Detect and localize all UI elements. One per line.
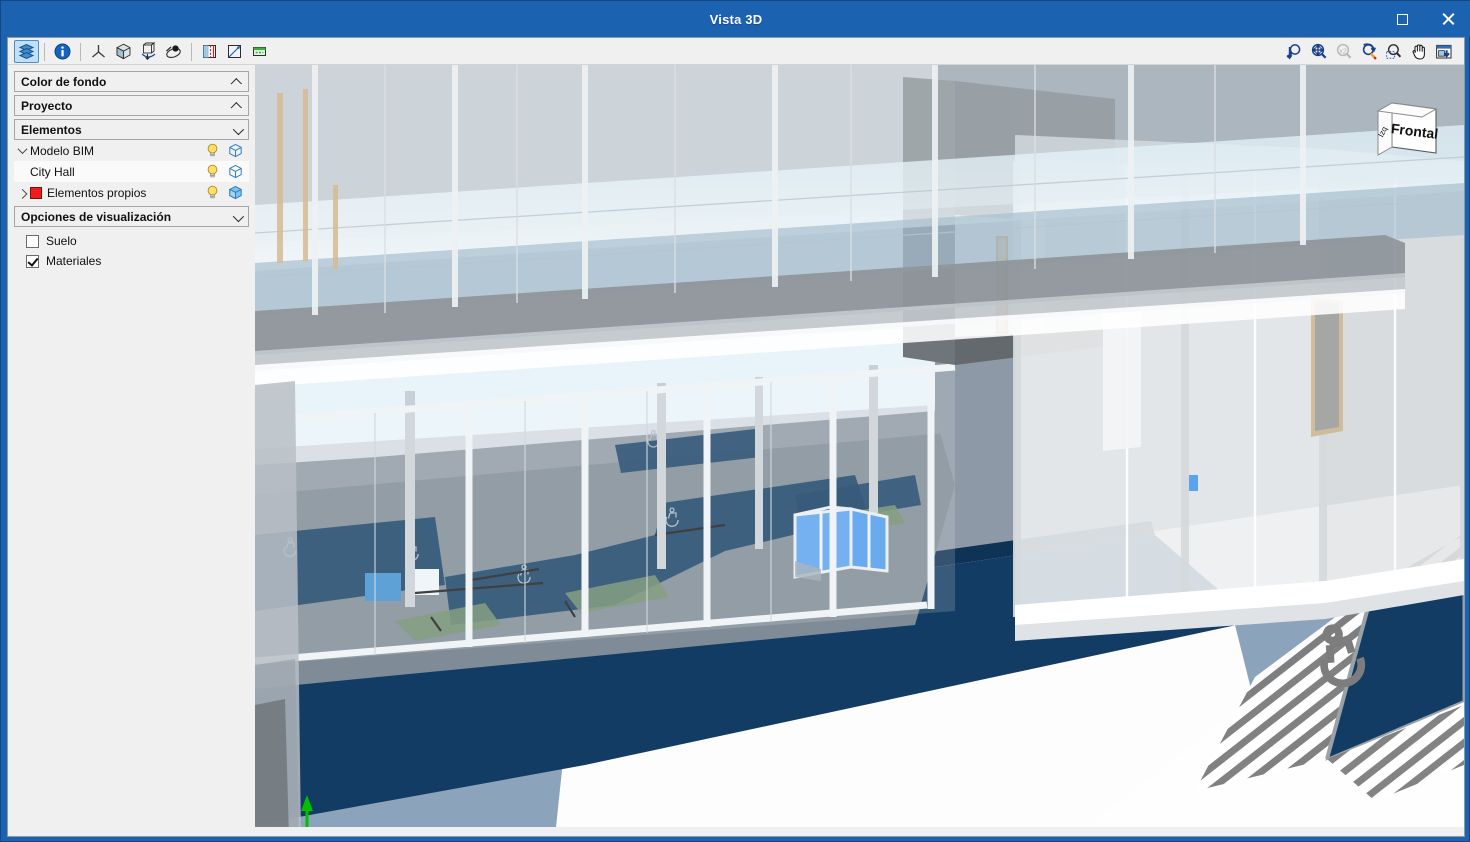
color-swatch[interactable]	[30, 186, 42, 199]
panel-header-color-de-fondo[interactable]: Color de fondo	[14, 71, 249, 92]
expander-open-icon[interactable]	[14, 140, 30, 161]
zoom-redo-icon	[1362, 42, 1377, 60]
display-option-materiales[interactable]: Materiales	[14, 251, 249, 271]
tree-item-label: Elementos propios	[47, 185, 147, 200]
close-button[interactable]	[1425, 1, 1470, 37]
bim-model-render	[255, 65, 1464, 837]
pan-hand-button[interactable]	[1406, 40, 1431, 63]
rotate-cube-icon	[141, 42, 156, 61]
section-button[interactable]	[197, 40, 222, 63]
axes-button[interactable]	[86, 40, 111, 63]
window-title: Vista 3D	[709, 11, 763, 27]
tree-row-icons	[206, 185, 249, 200]
rotate-cube-button[interactable]	[136, 40, 161, 63]
layers-button[interactable]	[14, 40, 39, 63]
checkbox-materiales[interactable]	[26, 254, 39, 268]
tree-row[interactable]: Modelo BIM	[14, 140, 249, 161]
restore-view-button[interactable]	[1431, 40, 1456, 63]
tree-item-label: City Hall	[30, 164, 75, 179]
lightbulb-icon[interactable]	[206, 143, 219, 158]
cube-icon	[116, 43, 131, 60]
cube-button[interactable]	[111, 40, 136, 63]
orbit-icon	[166, 45, 181, 59]
toolbar-left-group	[14, 38, 272, 65]
tree-row[interactable]: City Hall	[14, 161, 249, 182]
layers-icon	[18, 43, 35, 60]
zoom-all-button[interactable]	[1306, 40, 1331, 63]
zoom-x2-icon: x2	[1336, 43, 1351, 59]
section-icon	[203, 45, 216, 58]
wireframe-cube-icon[interactable]	[228, 164, 243, 179]
axes-icon	[92, 45, 105, 58]
panel-header-opciones-de-visualizacion[interactable]: Opciones de visualización	[14, 206, 249, 227]
client-area: x2 Color de fondo Proyecto Elementos Mod…	[7, 37, 1465, 837]
elements-tree: Modelo BIM City Hall Elementos propios	[14, 140, 249, 203]
zoom-window-button[interactable]	[1381, 40, 1406, 63]
tree-row[interactable]: Elementos propios	[14, 182, 249, 203]
zoom-window-icon	[1385, 43, 1401, 59]
info-icon	[54, 43, 71, 60]
tree-row-icons	[206, 143, 249, 158]
wireframe-cube-icon[interactable]	[228, 143, 243, 158]
zoom-previous-button[interactable]	[1281, 40, 1306, 63]
left-sidebar: Color de fondo Proyecto Elementos Modelo…	[8, 65, 255, 837]
restore-view-icon	[1435, 44, 1451, 59]
toolbar-separator	[44, 42, 45, 61]
application-window: Vista 3D x2 Color de fondo Proyecto Elem…	[0, 0, 1470, 842]
main-toolbar: x2	[8, 38, 1464, 65]
tree-item-label: Modelo BIM	[30, 143, 95, 158]
title-bar: Vista 3D	[1, 1, 1470, 37]
display-option-label: Materiales	[46, 254, 102, 268]
view-cube[interactable]: Frontal Izq	[1372, 85, 1456, 169]
toolbar-separator	[80, 42, 81, 61]
chevron-down-icon	[232, 210, 245, 222]
checkbox-suelo[interactable]	[26, 234, 39, 248]
panel-header-elementos[interactable]: Elementos	[14, 119, 249, 140]
lightbulb-icon[interactable]	[206, 185, 219, 200]
info-button[interactable]	[50, 40, 75, 63]
chevron-up-icon	[230, 77, 242, 89]
display-option-label: Suelo	[46, 234, 77, 248]
panel-label: Proyecto	[21, 98, 73, 113]
panel-label: Color de fondo	[21, 74, 107, 89]
panel-header-proyecto[interactable]: Proyecto	[14, 95, 249, 116]
display-options-list: Suelo Materiales	[8, 231, 255, 271]
zoom-previous-icon	[1286, 43, 1300, 60]
perspective-icon	[228, 45, 241, 58]
pan-hand-icon	[1412, 43, 1425, 60]
plane-button[interactable]	[247, 40, 272, 63]
viewport-3d[interactable]: Frontal Izq	[255, 65, 1464, 837]
maximize-button[interactable]	[1379, 1, 1425, 37]
plane-icon	[253, 47, 266, 56]
lightbulb-icon[interactable]	[206, 164, 219, 179]
toolbar-separator	[191, 42, 192, 61]
zoom-all-icon	[1311, 43, 1326, 59]
blue-marker	[1189, 475, 1198, 491]
zoom-redo-button[interactable]	[1356, 40, 1381, 63]
solid-cube-icon[interactable]	[228, 185, 243, 200]
close-icon	[1441, 12, 1455, 26]
panel-label: Elementos	[21, 122, 82, 137]
zoom-x2-button[interactable]: x2	[1331, 40, 1356, 63]
toolbar-right-group: x2	[1281, 38, 1456, 65]
perspective-button[interactable]	[222, 40, 247, 63]
chevron-up-icon	[230, 101, 242, 113]
expander-closed-icon[interactable]	[14, 182, 30, 203]
window-controls	[1379, 1, 1470, 37]
svg-text:x2: x2	[1338, 46, 1346, 55]
chevron-down-icon	[232, 123, 245, 135]
maximize-icon	[1396, 13, 1408, 25]
status-bar	[7, 827, 1465, 837]
orbit-button[interactable]	[161, 40, 186, 63]
tree-row-icons	[206, 164, 249, 179]
panel-label: Opciones de visualización	[21, 209, 172, 224]
display-option-suelo[interactable]: Suelo	[14, 231, 249, 251]
